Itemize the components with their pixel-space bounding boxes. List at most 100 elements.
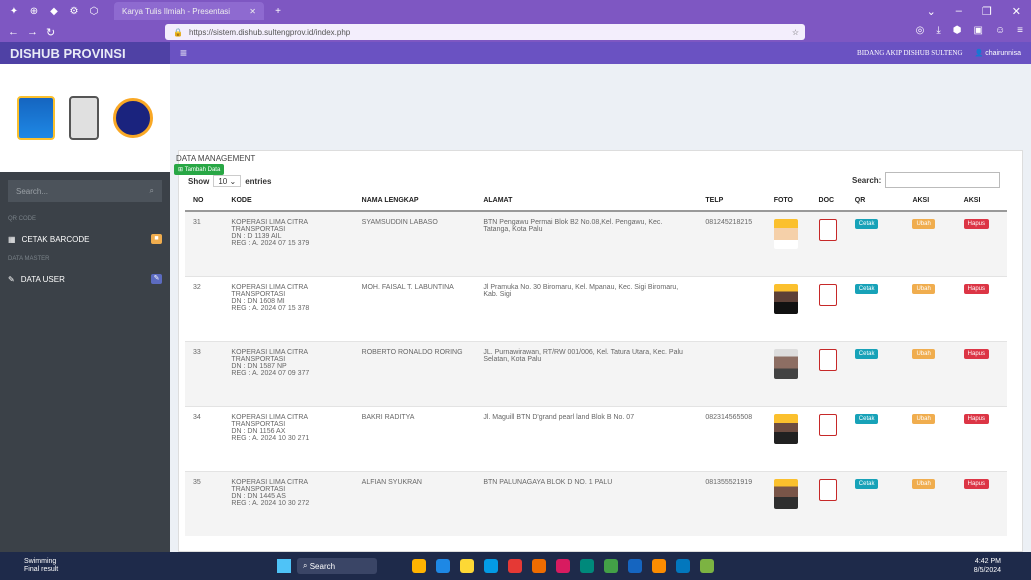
sidebar-item-cetak-barcode[interactable]: ▦ CETAK BARCODE ■ — [0, 228, 170, 250]
dishub-logo-icon — [113, 98, 153, 138]
column-header[interactable]: AKSI — [955, 190, 1007, 212]
user-photo[interactable] — [773, 478, 798, 509]
pdf-icon[interactable] — [818, 478, 837, 501]
weather-widget[interactable]: Swimming Final result — [8, 558, 58, 574]
column-header[interactable]: FOTO — [765, 190, 811, 212]
column-header[interactable]: QR — [846, 190, 905, 212]
app-icon[interactable] — [556, 559, 570, 573]
top-navbar: ≡ BIDANG AKIP DISHUB SULTENG 👤 chairunni… — [170, 42, 1031, 64]
sidebar-search-input[interactable]: Search... ⌕ — [8, 180, 162, 202]
globe-icon[interactable]: ⊕ — [28, 5, 40, 17]
download-icon[interactable]: ⤓ — [936, 25, 940, 36]
forward-icon[interactable]: → — [27, 26, 38, 39]
star-icon[interactable]: ☆ — [792, 28, 799, 37]
back-icon[interactable]: ← — [8, 26, 19, 39]
data-table: NO KODE NAMA LENGKAP ALAMAT TELP FOTO DO… — [185, 190, 1007, 536]
hapus-button[interactable]: Hapus — [963, 413, 990, 424]
user-badge-icon: ✎ — [151, 274, 162, 284]
app-icon[interactable] — [676, 559, 690, 573]
app-icon[interactable] — [508, 559, 522, 573]
app-icon[interactable] — [460, 559, 474, 573]
column-header[interactable]: NAMA LENGKAP — [353, 190, 476, 212]
user-photo[interactable] — [773, 413, 798, 444]
cetak-button[interactable]: Cetak — [854, 283, 879, 294]
ubah-button[interactable]: Ubah — [912, 219, 935, 229]
hapus-button[interactable]: Hapus — [963, 348, 990, 359]
add-data-button[interactable]: ⊞ Tambah Data — [174, 164, 225, 175]
table-row: 35 KOPERASI LIMA CITRA TRANSPORTASI DN : D… — [185, 470, 1007, 536]
shield-icon[interactable]: ⬡ — [88, 5, 100, 17]
sulteng-logo-icon — [17, 96, 55, 140]
window-close-icon[interactable]: ✕ — [1012, 5, 1021, 18]
hapus-button[interactable]: Hapus — [963, 219, 990, 229]
barcode-icon: ▦ — [8, 234, 16, 244]
user-menu[interactable]: 👤 chairunnisa — [975, 49, 1021, 57]
app-icon[interactable] — [484, 559, 498, 573]
taskbar-search[interactable]: ⌕ Search — [297, 558, 377, 574]
pdf-icon[interactable] — [818, 219, 837, 241]
user-photo[interactable] — [773, 219, 798, 249]
table-row: 32 KOPERASI LIMA CITRA TRANSPORTASI DN : D… — [185, 275, 1007, 341]
ubah-button[interactable]: Ubah — [912, 413, 935, 424]
tab-icon[interactable]: ◆ — [48, 5, 60, 17]
page-title: DATA MANAGEMENT — [176, 154, 256, 163]
pdf-icon[interactable] — [818, 348, 837, 371]
copilot-icon[interactable]: ◎ — [916, 25, 925, 36]
top-right-label[interactable]: BIDANG AKIP DISHUB SULTENG — [857, 49, 962, 57]
app-icon[interactable] — [652, 559, 666, 573]
ubah-button[interactable]: Ubah — [912, 478, 935, 489]
app-icon[interactable] — [604, 559, 618, 573]
minimize-icon[interactable]: – — [956, 5, 962, 18]
pdf-icon[interactable] — [818, 413, 837, 436]
hapus-button[interactable]: Hapus — [963, 283, 990, 294]
app-icon[interactable] — [628, 559, 642, 573]
app-icon[interactable] — [412, 559, 426, 573]
sidebar-item-data-user[interactable]: ✎ DATA USER ✎ — [0, 268, 170, 290]
table-search-input[interactable] — [885, 172, 1001, 188]
system-tray-clock[interactable]: 4:42 PM 8/5/2024 — [974, 557, 1001, 575]
reload-icon[interactable]: ↻ — [46, 26, 55, 39]
address-bar-row: ← → ↻ 🔒 https://sistem.dishub.sultengpro… — [0, 22, 1031, 42]
brand-logo[interactable]: DISHUB PROVINSI — [0, 42, 170, 64]
pdf-icon[interactable] — [818, 283, 837, 306]
column-header[interactable]: ALAMAT — [475, 190, 698, 212]
chevron-down-icon[interactable]: ⌄ — [927, 5, 936, 18]
column-header[interactable]: KODE — [223, 190, 354, 212]
column-header[interactable]: AKSI — [904, 190, 956, 212]
column-header[interactable]: DOC — [810, 190, 847, 212]
table-search: Search: — [852, 172, 1001, 188]
cetak-button[interactable]: Cetak — [854, 478, 879, 489]
user-photo[interactable] — [773, 283, 798, 314]
windows-start-icon[interactable] — [277, 559, 291, 573]
entries-select[interactable]: 10 ⌄ — [213, 175, 242, 187]
search-icon[interactable]: ⌕ — [150, 186, 154, 196]
restore-icon[interactable]: ❐ — [982, 5, 992, 18]
app-icon[interactable] — [700, 559, 714, 573]
hapus-button[interactable]: Hapus — [963, 478, 990, 489]
url-input[interactable]: 🔒 https://sistem.dishub.sultengprov.id/i… — [165, 24, 805, 40]
user-photo[interactable] — [773, 348, 798, 379]
app-icon[interactable] — [532, 559, 546, 573]
tab-active[interactable]: Karya Tulis Ilmiah - Presentasi ✕ — [114, 2, 264, 20]
new-tab-icon[interactable]: + — [272, 5, 284, 17]
hamburger-icon[interactable]: ≡ — [180, 46, 187, 60]
entries-control: Show 10 ⌄ entries — [188, 175, 272, 187]
column-header[interactable]: TELP — [697, 190, 766, 212]
app-icon[interactable] — [580, 559, 594, 573]
app-icon[interactable] — [436, 559, 450, 573]
cetak-button[interactable]: Cetak — [854, 348, 879, 359]
ubah-button[interactable]: Ubah — [912, 348, 935, 359]
column-header[interactable]: NO — [185, 190, 224, 212]
extension-icon[interactable]: ✦ — [8, 5, 20, 17]
menu-icon[interactable]: ≡ — [1017, 25, 1023, 36]
search-icon: ⌕ — [303, 561, 308, 570]
profile-icon[interactable]: ☺ — [995, 25, 1005, 36]
table-row: 31 KOPERASI LIMA CITRA TRANSPORTASI DN : D… — [185, 210, 1007, 276]
cetak-button[interactable]: Cetak — [854, 219, 879, 229]
extensions-icon[interactable]: ⬢ — [953, 25, 962, 36]
close-icon[interactable]: ✕ — [249, 7, 256, 16]
ubah-button[interactable]: Ubah — [912, 283, 935, 294]
collections-icon[interactable]: ▣ — [973, 25, 982, 36]
settings-icon[interactable]: ⚙ — [68, 5, 80, 17]
cetak-button[interactable]: Cetak — [854, 413, 879, 424]
